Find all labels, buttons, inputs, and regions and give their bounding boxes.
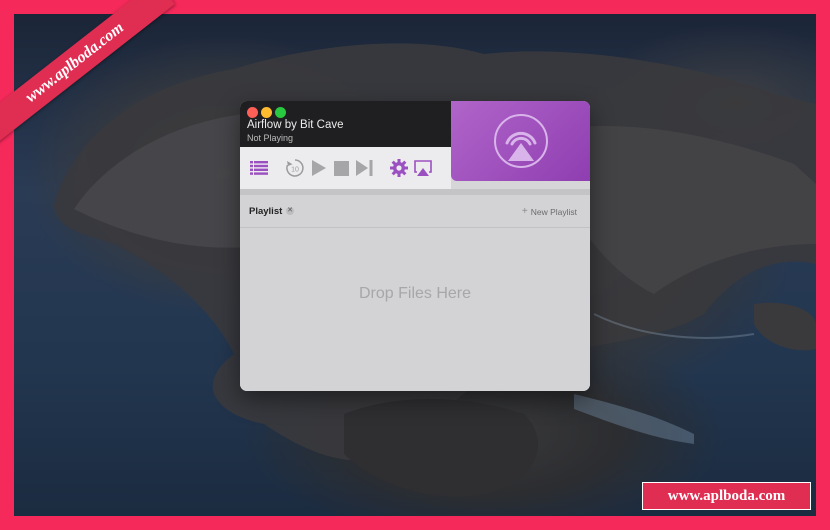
plus-icon: + — [521, 206, 528, 217]
rewind-10-icon: 10 — [286, 159, 304, 177]
play-icon — [312, 160, 326, 176]
playlist-tab[interactable]: Playlist — [249, 206, 282, 217]
playlist-icon — [250, 161, 268, 175]
airplay-audio-logo-icon — [494, 114, 548, 168]
stop-button[interactable] — [332, 157, 350, 179]
rewind-10-button[interactable]: 10 — [284, 157, 306, 179]
airplay-icon — [414, 159, 432, 176]
drop-files-hint: Drop Files Here — [358, 285, 472, 302]
next-track-icon — [355, 160, 372, 176]
stop-icon — [333, 160, 349, 176]
new-playlist-label: New Playlist — [530, 206, 577, 217]
rewind-seconds: 10 — [291, 167, 299, 174]
settings-button[interactable] — [389, 157, 409, 179]
playback-status: Not Playing — [247, 133, 294, 143]
close-icon[interactable]: ✕ — [286, 207, 294, 215]
gear-icon — [390, 159, 408, 177]
play-button[interactable] — [310, 157, 328, 179]
playback-toolbar: 10 — [240, 147, 451, 189]
title-bar: Airflow by Bit Cave Not Playing — [240, 101, 451, 147]
playlist-toggle-button[interactable] — [248, 157, 270, 179]
watermark-badge: www.aplboda.com — [642, 482, 811, 510]
app-title: Airflow by Bit Cave — [247, 119, 344, 131]
app-window: Airflow by Bit Cave Not Playing 10 Playl… — [240, 101, 590, 391]
window-close-button[interactable] — [247, 107, 258, 118]
playlist-panel: Playlist ✕ + New Playlist Drop Files Her… — [240, 195, 590, 391]
window-zoom-button[interactable] — [275, 107, 286, 118]
playlist-tab-bar: Playlist ✕ + New Playlist — [240, 195, 590, 228]
window-minimize-button[interactable] — [261, 107, 272, 118]
next-track-button[interactable] — [354, 157, 374, 179]
new-playlist-button[interactable]: + New Playlist — [522, 206, 577, 217]
artwork-panel — [451, 101, 590, 181]
watermark-badge-text: www.aplboda.com — [667, 487, 786, 504]
airplay-button[interactable] — [412, 157, 434, 179]
